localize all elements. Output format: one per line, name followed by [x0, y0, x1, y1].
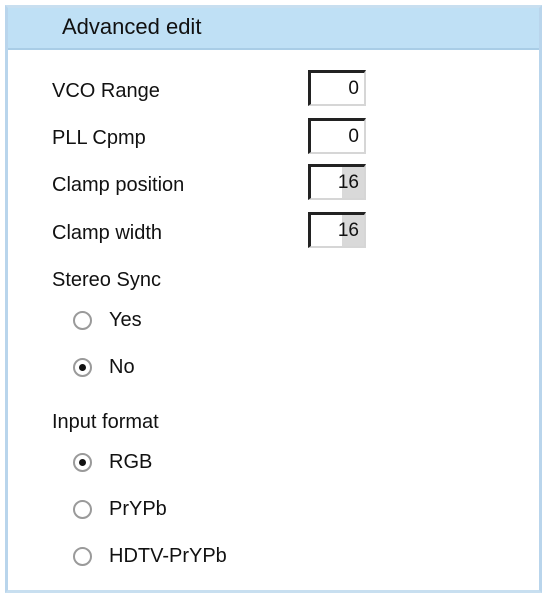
panel-title-bar: Advanced edit: [8, 8, 539, 50]
input-format-rgb-radio[interactable]: [73, 453, 92, 472]
stereo-sync-yes-label: Yes: [109, 309, 142, 331]
input-format-rgb-label: RGB: [109, 451, 153, 473]
panel-title: Advanced edit: [62, 14, 202, 39]
pll-cpmp-label: PLL Cpmp: [52, 127, 146, 149]
input-format-hdtv-prypb-label: HDTV-PrYPb: [109, 545, 227, 567]
input-format-hdtv-prypb-radio[interactable]: [73, 547, 92, 566]
stereo-sync-no-label: No: [109, 356, 135, 378]
vco-range-field[interactable]: 0: [308, 70, 366, 106]
pll-cpmp-field[interactable]: 0: [308, 118, 366, 154]
input-format-label: Input format: [52, 411, 159, 433]
clamp-width-value: 16: [337, 220, 359, 241]
clamp-width-label: Clamp width: [52, 222, 163, 244]
stereo-sync-no-radio[interactable]: [73, 358, 92, 377]
stereo-sync-label: Stereo Sync: [52, 269, 161, 291]
clamp-width-field[interactable]: 16: [308, 212, 366, 248]
input-format-prypb-radio[interactable]: [73, 500, 92, 519]
clamp-position-field[interactable]: 16: [308, 164, 366, 200]
clamp-position-label: Clamp position: [52, 174, 185, 196]
vco-range-value: 0: [348, 78, 359, 99]
vco-range-label: VCO Range: [52, 80, 160, 102]
pll-cpmp-value: 0: [348, 126, 359, 147]
clamp-position-value: 16: [337, 172, 359, 193]
input-format-prypb-label: PrYPb: [109, 498, 167, 520]
stereo-sync-yes-radio[interactable]: [73, 311, 92, 330]
